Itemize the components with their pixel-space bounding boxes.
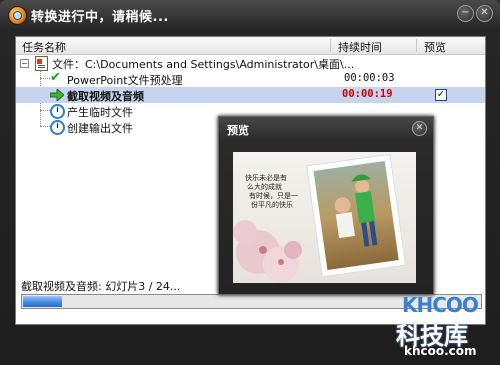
conversion-window: 转换进行中，请稍候... − ✕ 任务名称 持续时间 预览 − 文件：C:\Do… [0, 0, 500, 365]
slide-photo-image: 快乐未必是有 么大的成就 有时候，只是一 份平凡的快乐 [233, 152, 416, 283]
collapse-toggle[interactable]: − [20, 59, 29, 68]
status-text: 截取视频及音频: 幻灯片3 / 24... [21, 280, 181, 293]
task-label: 产生临时文件 [67, 106, 133, 119]
close-button[interactable]: ✕ [476, 5, 493, 22]
column-divider[interactable] [330, 39, 331, 52]
task-duration: 00:00:19 [342, 88, 393, 100]
clock-icon [50, 104, 65, 119]
task-label: PowerPoint文件预处理 [67, 74, 183, 87]
clock-icon [50, 120, 65, 135]
watermark-domain: khcoo.com [404, 344, 477, 358]
preview-title: 预览 [227, 124, 249, 137]
preview-checkbox[interactable]: ✓ [435, 89, 447, 101]
slide-text-line: 有时候，只是一 [249, 191, 298, 200]
app-logo-icon [8, 6, 27, 25]
task-table-header: 任务名称 持续时间 预览 [16, 37, 485, 55]
window-title: 转换进行中，请稍候... [31, 10, 169, 25]
slide-text-line: 么大的成就 [247, 182, 282, 191]
column-divider[interactable] [416, 39, 417, 52]
task-row-preprocess[interactable]: ✔ PowerPoint文件预处理 00:00:03 [16, 70, 485, 87]
column-header-duration[interactable]: 持续时间 [338, 39, 382, 55]
powerpoint-file-icon [35, 56, 48, 71]
minimize-button[interactable]: − [457, 5, 474, 22]
column-header-task-name[interactable]: 任务名称 [22, 39, 66, 55]
slide-text-line: 份平凡的快乐 [251, 200, 293, 209]
task-row-capture[interactable]: 截取视频及音频 00:00:19 ✓ [16, 87, 485, 103]
preview-window[interactable]: 预览 ✕ 快乐未必是有 么大的成就 有时候，只是一 份平凡的快乐 [218, 116, 434, 295]
slide-text-line: 快乐未必是有 [245, 173, 287, 182]
preview-close-button[interactable]: ✕ [412, 121, 427, 136]
check-icon: ✔ [50, 70, 61, 85]
task-label: 文件：C:\Documents and Settings\Administrat… [52, 58, 355, 71]
arrow-right-icon [50, 89, 64, 101]
watermark-logo: KHCOO 科技库 khcoo.com [384, 293, 492, 361]
progress-fill [23, 296, 62, 307]
task-duration: 00:00:03 [344, 72, 395, 84]
task-row-file[interactable]: − 文件：C:\Documents and Settings\Administr… [16, 55, 485, 71]
watermark-logo-text: KHCOO [402, 293, 479, 317]
column-header-preview[interactable]: 预览 [424, 39, 446, 55]
task-label: 截取视频及音频 [67, 90, 144, 103]
title-bar[interactable]: 转换进行中，请稍候... − ✕ [0, 0, 500, 30]
task-label: 创建输出文件 [67, 122, 133, 135]
slide-preview: 快乐未必是有 么大的成就 有时候，只是一 份平凡的快乐 [233, 152, 416, 283]
